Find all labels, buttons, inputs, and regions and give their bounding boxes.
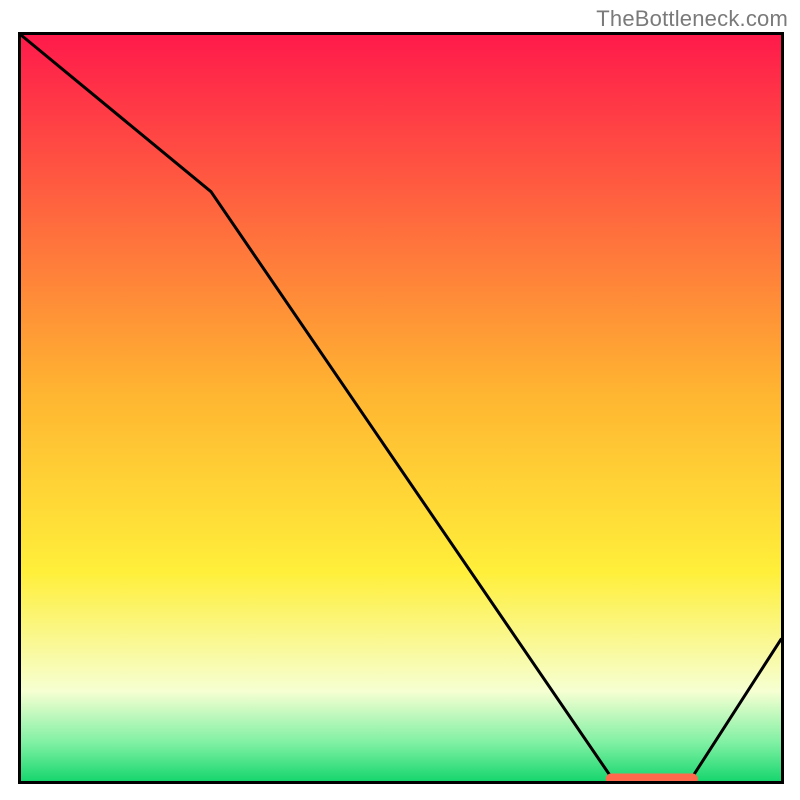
chart-container: TheBottleneck.com: [0, 0, 800, 800]
plot-area: [18, 32, 784, 784]
gradient-background: [21, 35, 781, 781]
attribution-text: TheBottleneck.com: [596, 6, 788, 32]
chart-svg: [18, 32, 784, 784]
